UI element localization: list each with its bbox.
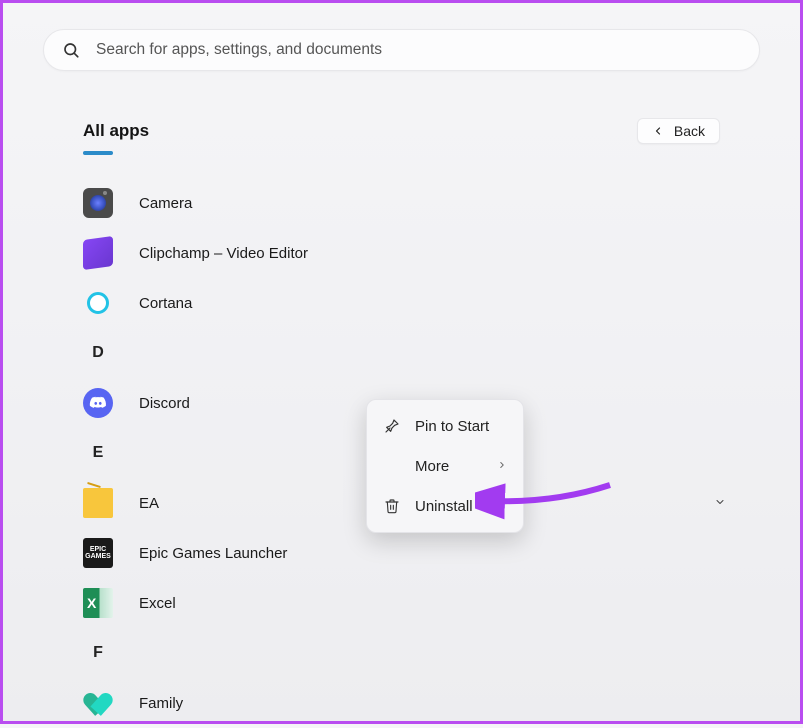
app-label-ea: EA	[139, 495, 159, 512]
chevron-right-icon	[497, 459, 507, 473]
app-label-clipchamp: Clipchamp – Video Editor	[139, 245, 308, 262]
discord-icon	[83, 388, 113, 418]
search-input[interactable]	[96, 41, 741, 59]
epic-games-icon: EPICGAMES	[83, 538, 113, 568]
letter-d-icon: D	[83, 338, 113, 368]
app-camera[interactable]: Camera	[83, 178, 720, 228]
excel-icon: X	[83, 588, 113, 618]
search-icon	[62, 41, 80, 59]
back-button[interactable]: Back	[637, 118, 720, 144]
app-label-camera: Camera	[139, 195, 192, 212]
context-pin-to-start[interactable]: Pin to Start	[373, 406, 517, 446]
family-icon	[83, 688, 113, 718]
chevron-left-icon	[652, 125, 664, 137]
section-d[interactable]: D	[83, 328, 720, 378]
app-label-cortana: Cortana	[139, 295, 192, 312]
camera-icon	[83, 188, 113, 218]
ea-folder-icon	[83, 488, 113, 518]
all-apps-title-text: All apps	[83, 121, 149, 140]
pin-icon	[381, 418, 403, 434]
section-f[interactable]: F	[83, 628, 720, 678]
app-cortana[interactable]: Cortana	[83, 278, 720, 328]
heading-row: All apps Back	[83, 118, 720, 144]
cortana-icon	[83, 288, 113, 318]
context-uninstall[interactable]: Uninstall	[373, 486, 517, 526]
context-more-label: More	[415, 458, 449, 475]
app-label-discord: Discord	[139, 395, 190, 412]
app-label-epic: Epic Games Launcher	[139, 545, 287, 562]
trash-icon	[381, 498, 403, 514]
context-pin-label: Pin to Start	[415, 418, 489, 435]
app-label-excel: Excel	[139, 595, 176, 612]
app-clipchamp[interactable]: Clipchamp – Video Editor	[83, 228, 720, 278]
app-excel[interactable]: X Excel	[83, 578, 720, 628]
letter-f-icon: F	[83, 638, 113, 668]
search-bar[interactable]	[43, 29, 760, 71]
app-family[interactable]: Family	[83, 678, 720, 728]
back-button-label: Back	[674, 123, 705, 139]
app-label-family: Family	[139, 695, 183, 712]
context-more[interactable]: More	[373, 446, 517, 486]
context-menu: Pin to Start More Uninstall	[366, 399, 524, 533]
app-epic-games[interactable]: EPICGAMES Epic Games Launcher	[83, 528, 720, 578]
context-uninstall-label: Uninstall	[415, 498, 473, 515]
chevron-down-icon[interactable]	[714, 496, 726, 511]
clipchamp-icon	[83, 236, 113, 270]
all-apps-title: All apps	[83, 121, 149, 141]
title-underline	[83, 151, 113, 155]
letter-e-icon: E	[83, 438, 113, 468]
